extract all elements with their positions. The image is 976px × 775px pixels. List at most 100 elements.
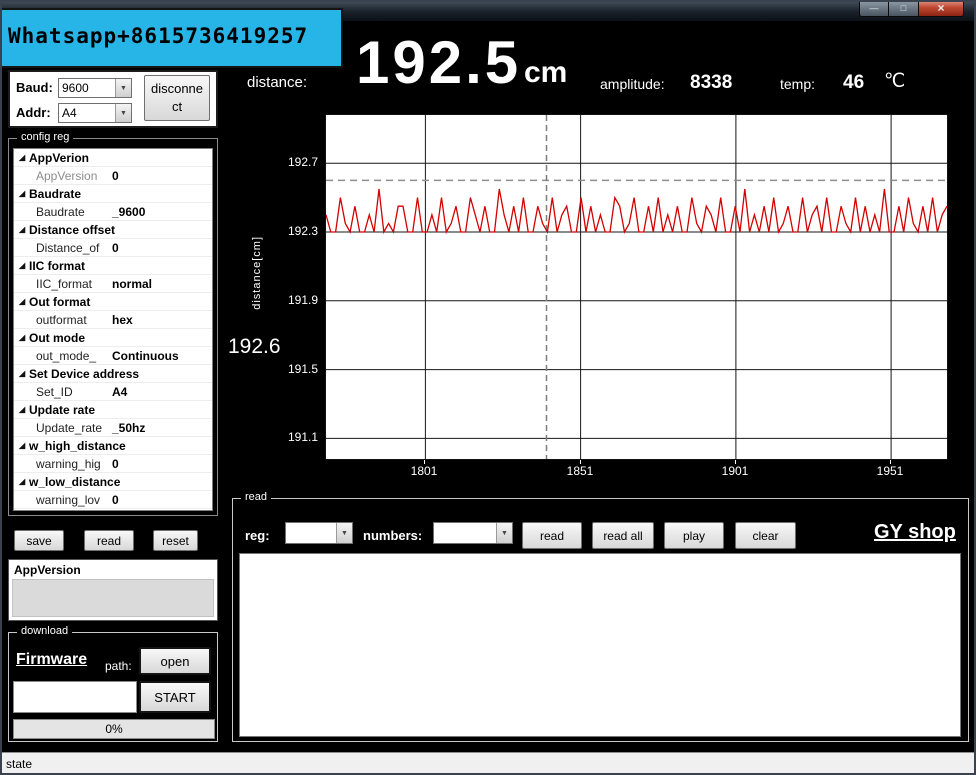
distance-label: distance: <box>247 74 307 91</box>
tree-item-row[interactable]: Distance_of0 <box>14 239 212 257</box>
play-button[interactable]: play <box>664 522 724 549</box>
download-label: download <box>17 625 72 637</box>
read-all-button[interactable]: read all <box>592 522 654 549</box>
tree-item-name: Set_ID <box>36 385 112 399</box>
chevron-down-icon[interactable]: ▼ <box>496 523 512 543</box>
tree-group-row[interactable]: ◢Baudrate <box>14 185 212 203</box>
baud-select[interactable]: 9600 ▼ <box>58 78 132 98</box>
read-config-button[interactable]: read <box>84 530 134 551</box>
appversion-box: AppVersion <box>8 559 218 621</box>
tree-group-row[interactable]: ◢IIC format <box>14 257 212 275</box>
tree-item-row[interactable]: warning_lov0 <box>14 491 212 509</box>
tree-group-row[interactable]: ◢Out format <box>14 293 212 311</box>
reset-button[interactable]: reset <box>153 530 198 551</box>
tree-group-row[interactable]: ◢Update rate <box>14 401 212 419</box>
expand-icon[interactable]: ◢ <box>14 153 29 162</box>
expand-icon[interactable]: ◢ <box>14 225 29 234</box>
chart-plot[interactable] <box>325 114 948 460</box>
tree-item-name: out_mode_ <box>36 349 112 363</box>
window-controls: — □ × <box>859 0 964 17</box>
x-tick-label: 1901 <box>713 464 757 478</box>
expand-icon[interactable]: ◢ <box>14 333 29 342</box>
tree-group-row[interactable]: ◢w_low_distance <box>14 473 212 491</box>
tree-item-row[interactable]: Baudrate_9600 <box>14 203 212 221</box>
temp-value: 46 <box>843 72 864 94</box>
tree-item-row[interactable]: AppVersion0 <box>14 167 212 185</box>
tree-item-value[interactable]: 0 <box>112 493 119 507</box>
amplitude-value: 8338 <box>690 72 732 94</box>
chevron-down-icon[interactable]: ▼ <box>115 79 131 97</box>
y-tick-label: 191.1 <box>288 430 318 444</box>
tree-group-label: Distance offset <box>29 223 115 237</box>
start-button[interactable]: START <box>139 681 211 713</box>
y-tick-label: 192.3 <box>288 224 318 238</box>
config-tree[interactable]: ◢AppVerionAppVersion0◢BaudrateBaudrate_9… <box>13 148 213 511</box>
expand-icon[interactable]: ◢ <box>14 189 29 198</box>
save-button[interactable]: save <box>14 530 64 551</box>
status-bar: state <box>0 752 976 775</box>
reg-label: reg: <box>245 528 270 543</box>
open-button[interactable]: open <box>139 647 211 675</box>
tree-item-name: warning_lov <box>36 493 112 507</box>
tree-item-row[interactable]: warning_hig0 <box>14 455 212 473</box>
gy-shop-link[interactable]: GY shop <box>874 521 956 544</box>
tree-item-row[interactable]: out_mode_Continuous <box>14 347 212 365</box>
tree-item-value[interactable]: 0 <box>112 241 119 255</box>
tree-group-label: IIC format <box>29 259 85 273</box>
expand-icon[interactable]: ◢ <box>14 369 29 378</box>
tree-item-name: IIC_format <box>36 277 112 291</box>
tree-item-value[interactable]: _9600 <box>112 205 145 219</box>
disconnect-button[interactable]: disconnect <box>144 75 210 121</box>
baud-label: Baud: <box>16 80 53 95</box>
download-progress: 0% <box>13 719 215 739</box>
tree-item-value[interactable]: _50hz <box>112 421 145 435</box>
tree-item-row[interactable]: outformathex <box>14 311 212 329</box>
close-button[interactable]: × <box>918 0 964 17</box>
firmware-path-input[interactable] <box>13 681 137 713</box>
minimize-button[interactable]: — <box>859 0 889 17</box>
clear-button[interactable]: clear <box>735 522 796 549</box>
tree-item-name: outformat <box>36 313 112 327</box>
y-tick-label: 192.7 <box>288 155 318 169</box>
addr-select[interactable]: A4 ▼ <box>58 103 132 123</box>
numbers-select[interactable]: ▼ <box>433 522 513 544</box>
read-data-button[interactable]: read <box>522 522 582 549</box>
maximize-button[interactable]: □ <box>889 0 918 17</box>
tree-item-value[interactable]: normal <box>112 277 152 291</box>
x-tick-label: 1951 <box>868 464 912 478</box>
output-box[interactable] <box>239 553 961 737</box>
x-tick-label: 1851 <box>558 464 602 478</box>
tree-item-value[interactable]: 0 <box>112 457 119 471</box>
tree-group-row[interactable]: ◢Distance offset <box>14 221 212 239</box>
expand-icon[interactable]: ◢ <box>14 261 29 270</box>
tree-item-value[interactable]: A4 <box>112 385 127 399</box>
expand-icon[interactable]: ◢ <box>14 477 29 486</box>
tree-item-name: Distance_of <box>36 241 112 255</box>
chevron-down-icon[interactable]: ▼ <box>336 523 352 543</box>
tree-group-label: w_low_distance <box>29 475 120 489</box>
whatsapp-banner: Whatsapp+8615736419257 <box>0 8 343 68</box>
tree-group-label: AppVerion <box>29 151 89 165</box>
tree-group-row[interactable]: ◢AppVerion <box>14 149 212 167</box>
distance-unit: cm <box>524 56 567 90</box>
expand-icon[interactable]: ◢ <box>14 405 29 414</box>
tree-item-row[interactable]: IIC_formatnormal <box>14 275 212 293</box>
read-group-label: read <box>241 491 271 503</box>
tree-group-label: w_high_distance <box>29 439 126 453</box>
expand-icon[interactable]: ◢ <box>14 441 29 450</box>
tree-group-row[interactable]: ◢w_high_distance <box>14 437 212 455</box>
connection-panel: Baud: 9600 ▼ Addr: A4 ▼ disconnect <box>8 70 218 128</box>
expand-icon[interactable]: ◢ <box>14 297 29 306</box>
tree-group-row[interactable]: ◢Set Device address <box>14 365 212 383</box>
temp-label: temp: <box>780 76 815 92</box>
tree-item-value[interactable]: Continuous <box>112 349 179 363</box>
download-group: download Firmware path: open START 0% <box>8 632 218 742</box>
tree-group-row[interactable]: ◢Out mode <box>14 329 212 347</box>
tree-item-value[interactable]: hex <box>112 313 133 327</box>
reg-select[interactable]: ▼ <box>285 522 353 544</box>
chevron-down-icon[interactable]: ▼ <box>115 104 131 122</box>
tree-item-row[interactable]: Set_IDA4 <box>14 383 212 401</box>
tree-item-value[interactable]: 0 <box>112 169 119 183</box>
config-reg-label: config reg <box>17 131 73 143</box>
tree-item-row[interactable]: Update_rate_50hz <box>14 419 212 437</box>
